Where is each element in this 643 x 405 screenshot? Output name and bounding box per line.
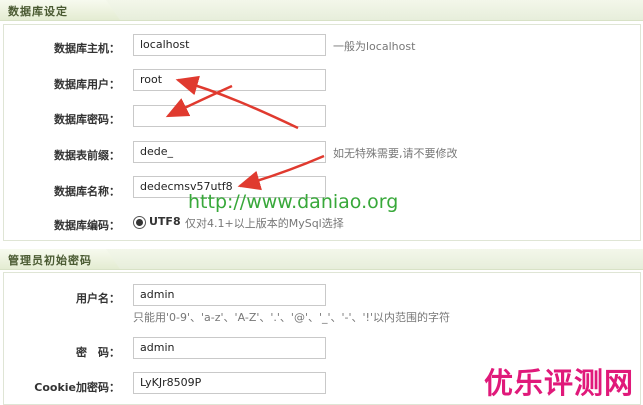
arrow-to-password <box>165 84 233 118</box>
watermark-url: http://www.daniao.org <box>188 191 399 213</box>
arrow-to-dbname <box>237 154 325 191</box>
arrow-to-user <box>175 75 299 130</box>
watermark-brand: 优乐评测网 <box>484 366 635 400</box>
